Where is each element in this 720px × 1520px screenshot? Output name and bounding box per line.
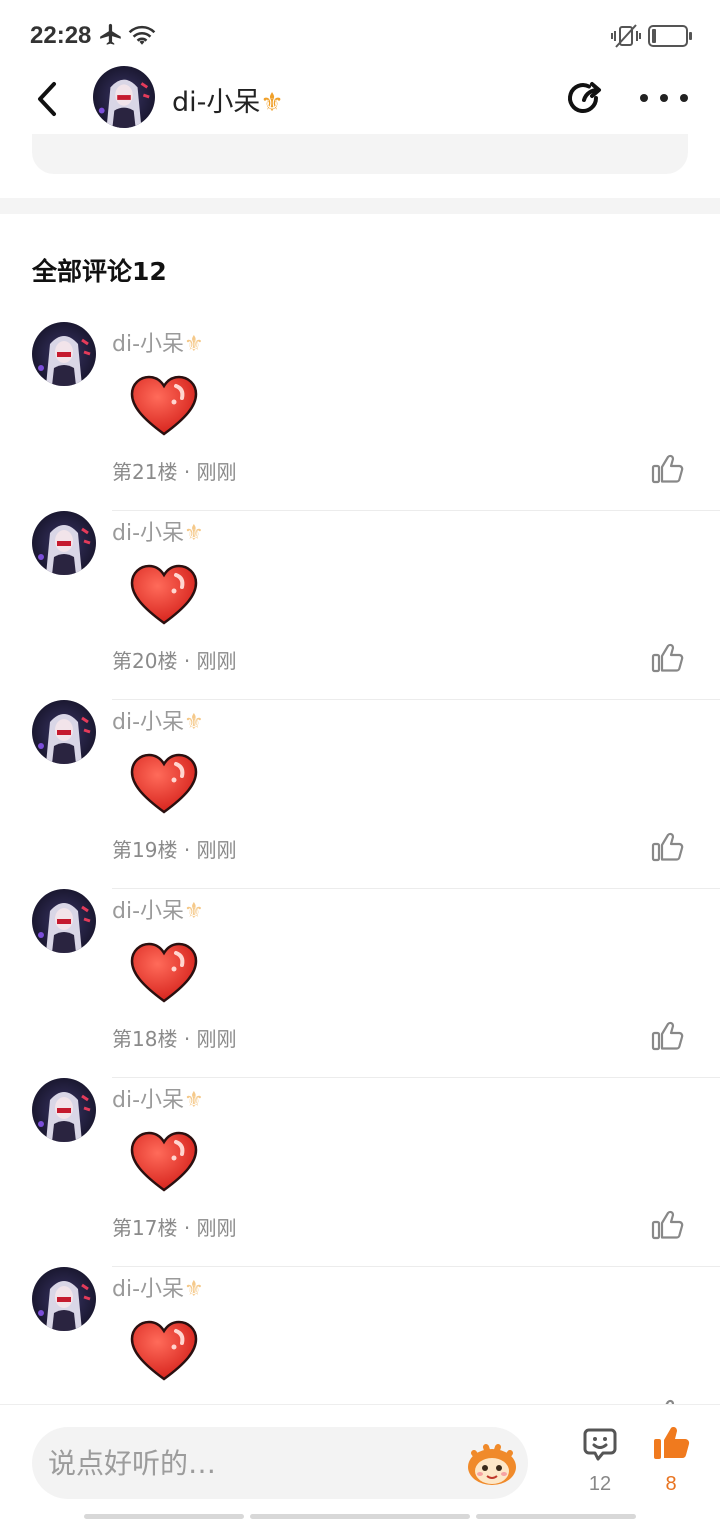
comment-count: 12 bbox=[588, 1473, 612, 1495]
comment-floor: 第18楼 bbox=[112, 1027, 178, 1051]
like-count: 8 bbox=[665, 1473, 677, 1495]
comment-floor: 第17楼 bbox=[112, 1216, 178, 1240]
gold-badge-icon: ⚜ bbox=[184, 332, 204, 357]
gold-badge-icon: ⚜ bbox=[184, 1088, 204, 1113]
comments-heading: 全部评论12 bbox=[32, 257, 167, 286]
comment-time: 刚刚 bbox=[196, 460, 237, 484]
comment-item[interactable]: di-小呆⚜ 第19楼 · 刚刚 bbox=[0, 700, 720, 889]
nav-hint-bar bbox=[84, 1514, 244, 1519]
section-divider bbox=[0, 198, 720, 214]
heart-emoji-icon bbox=[128, 1319, 200, 1383]
comment-item[interactable]: di-小呆⚜ 第18楼 · 刚刚 bbox=[0, 889, 720, 1078]
comment-author[interactable]: di-小呆⚜ bbox=[112, 515, 204, 547]
thumbs-up-icon[interactable] bbox=[650, 1208, 684, 1242]
post-header: di-小呆⚜ bbox=[0, 64, 720, 134]
comment-avatar[interactable] bbox=[32, 1078, 96, 1142]
comment-author[interactable]: di-小呆⚜ bbox=[112, 1082, 204, 1114]
comment-time: 刚刚 bbox=[196, 649, 237, 673]
comment-meta: 第19楼 · 刚刚 bbox=[112, 834, 237, 863]
comment-input[interactable] bbox=[32, 1427, 528, 1499]
airplane-icon bbox=[100, 23, 121, 45]
author-name[interactable]: di-小呆⚜ bbox=[172, 80, 284, 119]
battery-icon bbox=[648, 25, 692, 47]
thumbs-up-icon[interactable] bbox=[650, 830, 684, 864]
heart-emoji-icon bbox=[128, 563, 200, 627]
meta-separator: · bbox=[183, 649, 191, 673]
thumbs-up-filled-icon bbox=[654, 1427, 690, 1459]
status-time: 22:28 bbox=[30, 22, 92, 49]
back-arrow-icon[interactable] bbox=[28, 76, 68, 122]
author-avatar[interactable] bbox=[93, 66, 155, 128]
comment-avatar[interactable] bbox=[32, 511, 96, 575]
heart-emoji-icon bbox=[128, 941, 200, 1005]
like-count-button[interactable]: 8 bbox=[646, 1423, 696, 1505]
comment-item[interactable]: di-小呆⚜ bbox=[0, 1267, 720, 1404]
wifi-icon bbox=[128, 25, 156, 45]
gold-badge-icon: ⚜ bbox=[184, 1277, 204, 1302]
nav-hint-bar bbox=[476, 1514, 636, 1519]
nav-hint-bar bbox=[250, 1514, 470, 1519]
gold-badge-icon: ⚜ bbox=[184, 710, 204, 735]
bottom-action-bar: 12 8 bbox=[0, 1404, 720, 1520]
vibrate-mute-icon bbox=[611, 24, 641, 48]
comment-time: 刚刚 bbox=[196, 1027, 237, 1051]
comment-floor: 第21楼 bbox=[112, 460, 178, 484]
comment-avatar[interactable] bbox=[32, 322, 96, 386]
gold-badge-icon: ⚜ bbox=[184, 521, 204, 546]
comment-author[interactable]: di-小呆⚜ bbox=[112, 704, 204, 736]
heart-emoji-icon bbox=[128, 374, 200, 438]
meta-separator: · bbox=[183, 1216, 191, 1240]
comment-floor: 第19楼 bbox=[112, 838, 178, 862]
heart-emoji-icon bbox=[128, 1130, 200, 1194]
comment-avatar[interactable] bbox=[32, 889, 96, 953]
comment-bubble-icon bbox=[583, 1428, 617, 1461]
comment-time: 刚刚 bbox=[196, 838, 237, 862]
more-icon[interactable] bbox=[640, 80, 688, 116]
comment-author[interactable]: di-小呆⚜ bbox=[112, 1271, 204, 1303]
comment-avatar[interactable] bbox=[32, 700, 96, 764]
meta-separator: · bbox=[183, 1027, 191, 1051]
comment-list[interactable]: di-小呆⚜ 第21楼 · 刚刚 di-小呆⚜ 第20楼 · 刚刚 di-小呆⚜… bbox=[0, 322, 720, 1404]
comment-meta: 第17楼 · 刚刚 bbox=[112, 1212, 237, 1241]
thumbs-up-icon[interactable] bbox=[650, 641, 684, 675]
thumbs-up-icon[interactable] bbox=[650, 1019, 684, 1053]
share-icon[interactable] bbox=[562, 76, 606, 120]
comment-author[interactable]: di-小呆⚜ bbox=[112, 326, 204, 358]
comment-avatar[interactable] bbox=[32, 1267, 96, 1331]
comment-floor: 第20楼 bbox=[112, 649, 178, 673]
comment-item[interactable]: di-小呆⚜ 第21楼 · 刚刚 bbox=[0, 322, 720, 511]
thumbs-up-icon[interactable] bbox=[650, 452, 684, 486]
gold-badge-icon: ⚜ bbox=[260, 88, 284, 118]
status-bar: 22:28 bbox=[0, 0, 720, 64]
comment-meta: 第18楼 · 刚刚 bbox=[112, 1023, 237, 1052]
heart-emoji-icon bbox=[128, 752, 200, 816]
mascot-emoji-icon[interactable] bbox=[464, 1439, 520, 1487]
post-content-card bbox=[32, 134, 688, 174]
comment-count-button[interactable]: 12 bbox=[576, 1425, 624, 1505]
comment-item[interactable]: di-小呆⚜ 第20楼 · 刚刚 bbox=[0, 511, 720, 700]
comment-author[interactable]: di-小呆⚜ bbox=[112, 893, 204, 925]
meta-separator: · bbox=[183, 838, 191, 862]
comment-item[interactable]: di-小呆⚜ 第17楼 · 刚刚 bbox=[0, 1078, 720, 1267]
meta-separator: · bbox=[183, 460, 191, 484]
gold-badge-icon: ⚜ bbox=[184, 899, 204, 924]
comment-meta: 第21楼 · 刚刚 bbox=[112, 456, 237, 485]
comment-meta: 第20楼 · 刚刚 bbox=[112, 645, 237, 674]
comment-time: 刚刚 bbox=[196, 1216, 237, 1240]
thumbs-up-icon[interactable] bbox=[650, 1397, 684, 1404]
